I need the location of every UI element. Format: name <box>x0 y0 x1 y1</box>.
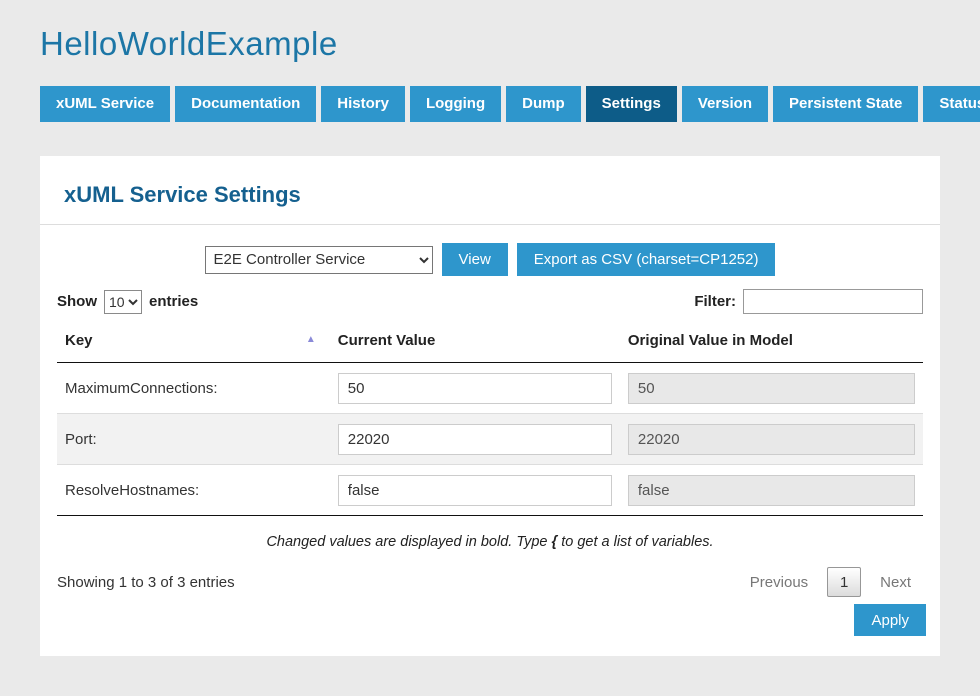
table-header-row: Key ▲ Current Value Original Value in Mo… <box>57 320 923 363</box>
column-header-current-value[interactable]: Current Value <box>330 320 620 363</box>
showing-entries-info: Showing 1 to 3 of 3 entries <box>57 574 235 591</box>
sort-asc-icon: ▲ <box>306 334 316 345</box>
export-csv-button[interactable]: Export as CSV (charset=CP1252) <box>517 243 776 276</box>
entries-label: entries <box>149 293 198 310</box>
original-value-field <box>628 373 915 404</box>
current-value-input[interactable] <box>338 475 612 506</box>
table-row: MaximumConnections: <box>57 363 923 414</box>
table-footer: Showing 1 to 3 of 3 entries Previous 1 N… <box>40 567 940 597</box>
column-header-original-value[interactable]: Original Value in Model <box>620 320 923 363</box>
tab-bar: xUML Service Documentation History Loggi… <box>40 86 940 122</box>
setting-key: MaximumConnections: <box>57 363 330 414</box>
changed-values-note: Changed values are displayed in bold. Ty… <box>40 534 940 550</box>
tab-persistent-state[interactable]: Persistent State <box>773 86 918 122</box>
service-select[interactable]: E2E Controller Service <box>205 246 433 274</box>
tab-settings[interactable]: Settings <box>586 86 677 122</box>
tab-logging[interactable]: Logging <box>410 86 501 122</box>
filter-input[interactable] <box>743 289 923 314</box>
settings-table: Key ▲ Current Value Original Value in Mo… <box>57 320 923 516</box>
table-row: ResolveHostnames: <box>57 465 923 516</box>
tab-status[interactable]: Status <box>923 86 980 122</box>
table-row: Port: <box>57 414 923 465</box>
page-title: HelloWorldExample <box>40 0 940 63</box>
settings-panel: xUML Service Settings E2E Controller Ser… <box>40 156 940 656</box>
note-text-after: to get a list of variables. <box>557 534 713 550</box>
page-size-select[interactable]: 10 <box>104 290 142 314</box>
page-number-button[interactable]: 1 <box>827 567 861 597</box>
view-button[interactable]: View <box>442 243 508 276</box>
previous-page-button[interactable]: Previous <box>750 574 808 591</box>
column-header-key[interactable]: Key ▲ <box>57 320 330 363</box>
tab-history[interactable]: History <box>321 86 405 122</box>
show-label: Show <box>57 293 97 310</box>
current-value-input[interactable] <box>338 424 612 455</box>
tab-version[interactable]: Version <box>682 86 768 122</box>
setting-key: ResolveHostnames: <box>57 465 330 516</box>
next-page-button[interactable]: Next <box>880 574 911 591</box>
pagination: Previous 1 Next <box>750 567 923 597</box>
apply-button[interactable]: Apply <box>854 604 926 636</box>
column-header-key-label: Key <box>65 332 93 349</box>
panel-title: xUML Service Settings <box>64 182 916 208</box>
setting-key: Port: <box>57 414 330 465</box>
show-entries-control: Show 10 entries <box>57 290 198 314</box>
page: HelloWorldExample xUML Service Documenta… <box>0 0 980 656</box>
tab-dump[interactable]: Dump <box>506 86 581 122</box>
note-text-before: Changed values are displayed in bold. Ty… <box>266 534 551 550</box>
filter-label: Filter: <box>694 293 736 310</box>
tab-xuml-service[interactable]: xUML Service <box>40 86 170 122</box>
current-value-input[interactable] <box>338 373 612 404</box>
panel-header: xUML Service Settings <box>40 156 940 225</box>
settings-table-wrap: Key ▲ Current Value Original Value in Mo… <box>57 320 923 516</box>
filter-control: Filter: <box>694 289 923 314</box>
apply-row: Apply <box>40 597 940 654</box>
tab-documentation[interactable]: Documentation <box>175 86 316 122</box>
original-value-field <box>628 475 915 506</box>
original-value-field <box>628 424 915 455</box>
list-controls: Show 10 entries Filter: <box>40 289 940 314</box>
service-controls: E2E Controller Service View Export as CS… <box>40 243 940 276</box>
